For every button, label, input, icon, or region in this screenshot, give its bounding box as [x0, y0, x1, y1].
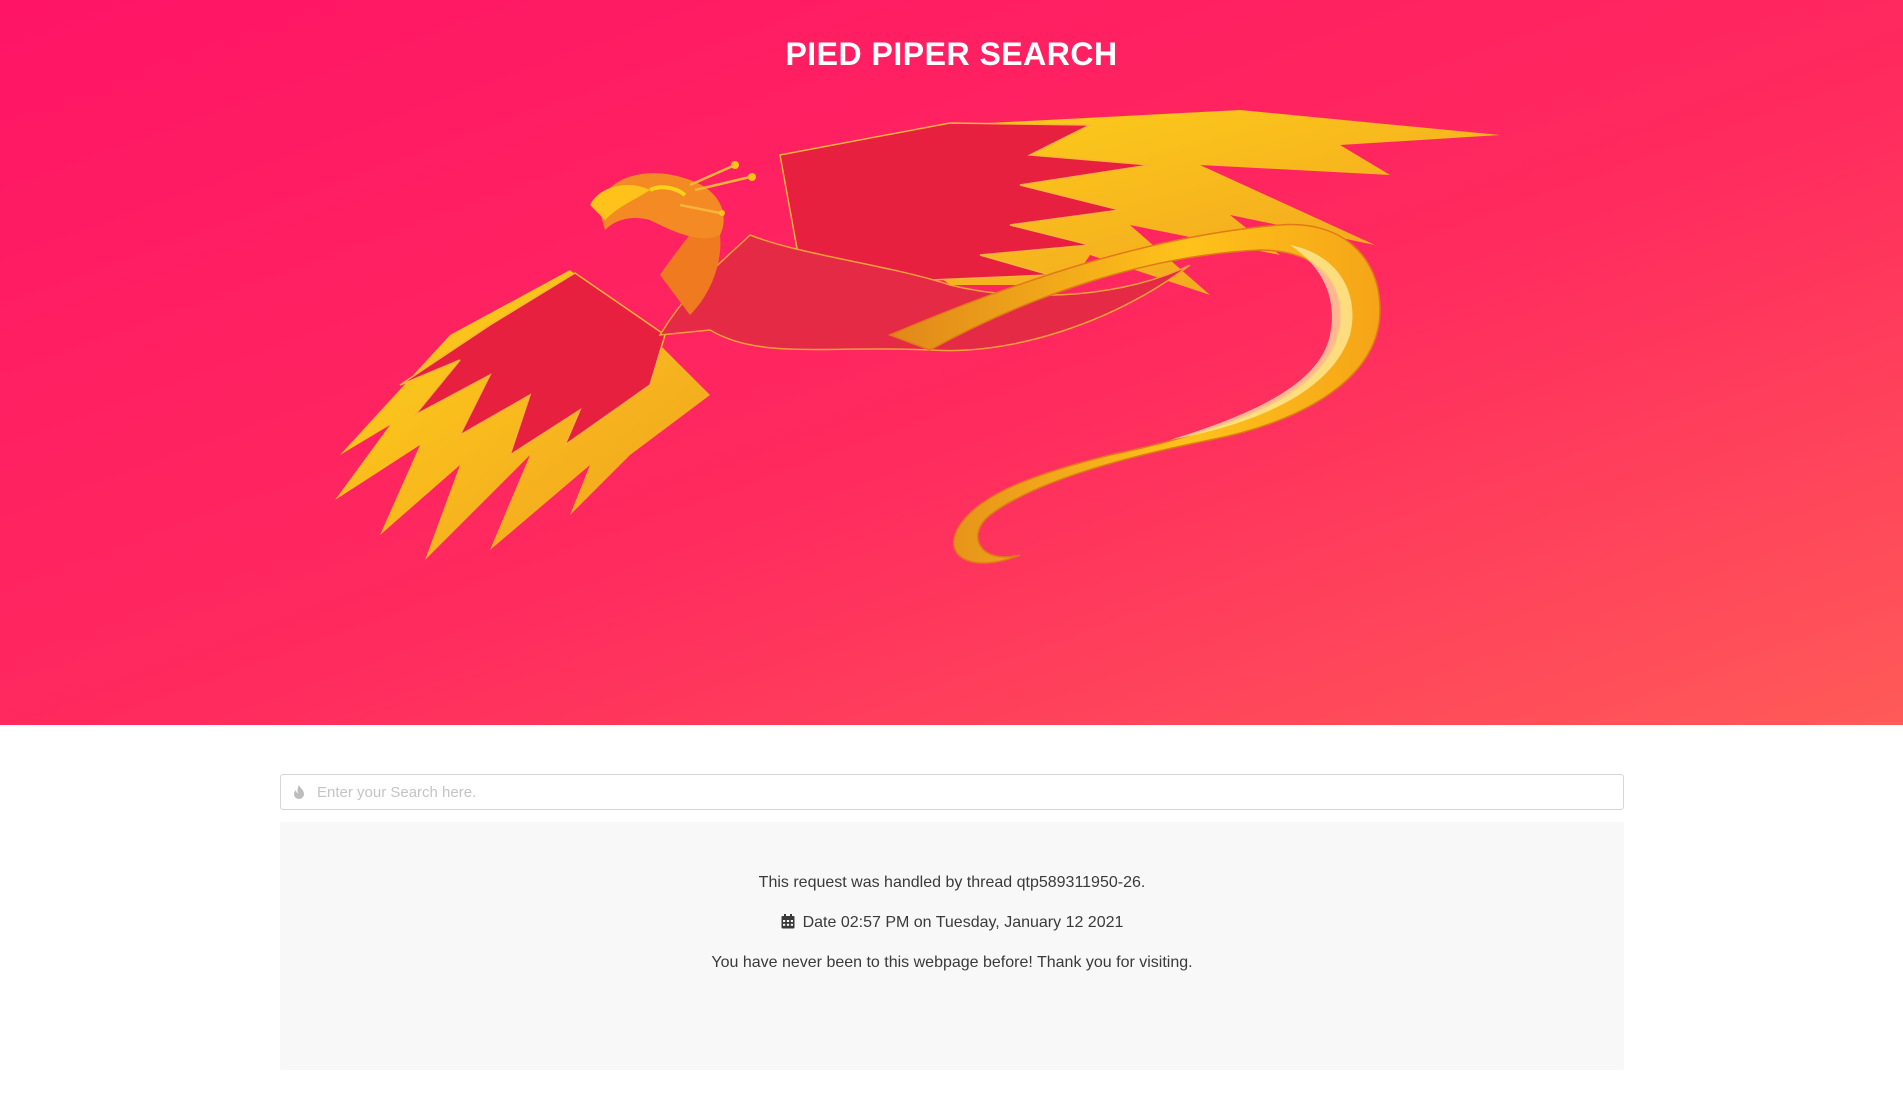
date-line: Date 02:57 PM on Tuesday, January 12 202…	[280, 914, 1624, 934]
search-input[interactable]	[317, 775, 1623, 809]
page-title: PIED PIPER SEARCH	[785, 36, 1118, 72]
info-panel: This request was handled by thread qtp58…	[280, 822, 1624, 1070]
thread-info-text: This request was handled by thread qtp58…	[758, 874, 1146, 891]
date-text: Date 02:57 PM on Tuesday, January 12 202…	[802, 914, 1124, 931]
hero-banner: PIED PIPER SEARCH	[0, 0, 1903, 725]
search-bar[interactable]	[280, 774, 1624, 810]
flame-icon	[281, 775, 317, 809]
phoenix-logo	[335, 110, 1500, 564]
calendar-icon	[781, 914, 795, 934]
visit-message: You have never been to this webpage befo…	[711, 954, 1193, 971]
